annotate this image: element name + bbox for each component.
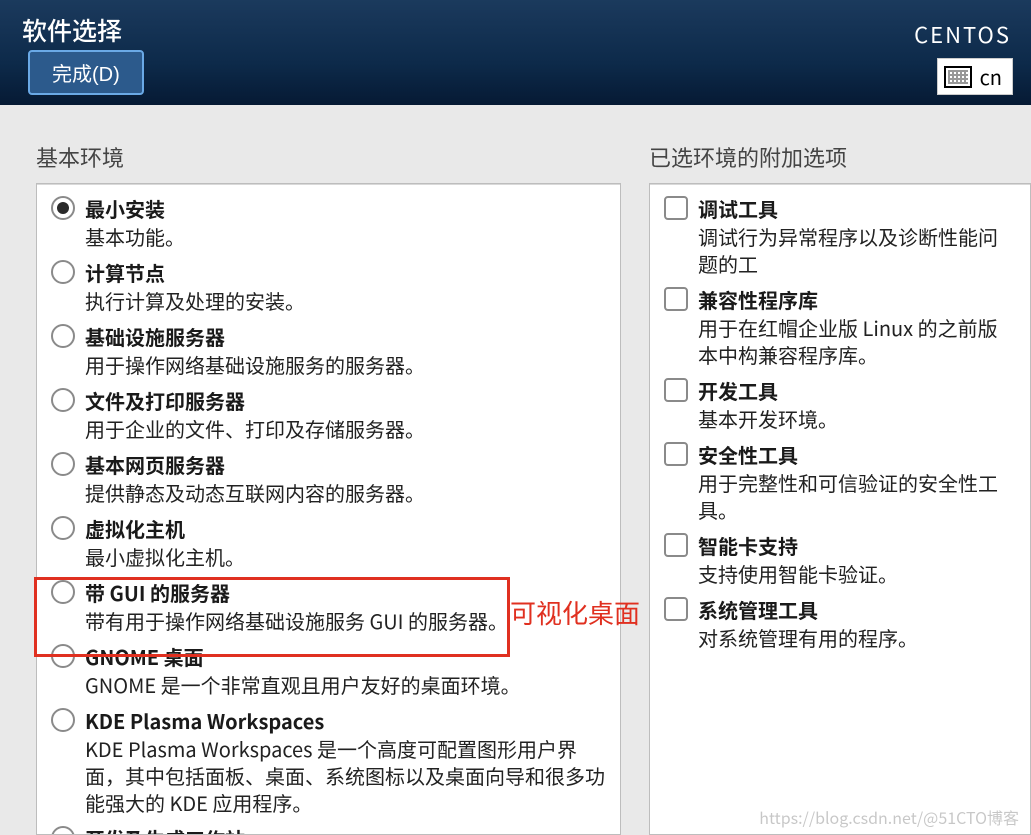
addon-option[interactable]: 系统管理工具对系统管理有用的程序。 <box>650 591 1030 655</box>
base-env-option[interactable]: 开发及生成工作站用于软件、硬件、图形或者内容开发的工作站。 <box>37 820 620 835</box>
done-button[interactable]: 完成(D) <box>28 50 144 95</box>
addon-option[interactable]: 兼容性程序库用于在红帽企业版 Linux 的之前版本中构兼容程序库。 <box>650 281 1030 372</box>
option-title: 开发及生成工作站 <box>85 824 606 835</box>
base-env-option[interactable]: 虚拟化主机最小虚拟化主机。 <box>37 510 620 574</box>
checkbox-icon <box>664 196 688 220</box>
option-desc: 用于在红帽企业版 Linux 的之前版本中构兼容程序库。 <box>698 314 1016 368</box>
keyboard-icon <box>944 66 972 88</box>
option-desc: GNOME 是一个非常直观且用户友好的桌面环境。 <box>85 671 606 698</box>
option-desc: 执行计算及处理的安装。 <box>85 287 606 314</box>
option-title: 最小安装 <box>85 194 606 223</box>
keyboard-layout-label: cn <box>980 62 1002 91</box>
option-desc: 用于操作网络基础设施服务的服务器。 <box>85 351 606 378</box>
radio-icon <box>51 826 75 835</box>
radio-icon <box>51 452 75 476</box>
radio-icon <box>51 708 75 732</box>
option-desc: 对系统管理有用的程序。 <box>698 624 1016 651</box>
checkbox-icon <box>664 533 688 557</box>
option-title: KDE Plasma Workspaces <box>85 706 606 735</box>
option-desc: KDE Plasma Workspaces 是一个高度可配置图形用户界面，其中包… <box>85 735 606 816</box>
option-title: 安全性工具 <box>698 440 1016 469</box>
base-env-option[interactable]: 计算节点执行计算及处理的安装。 <box>37 254 620 318</box>
option-title: 调试工具 <box>698 194 1016 223</box>
option-desc: 提供静态及动态互联网内容的服务器。 <box>85 479 606 506</box>
option-title: 基本网页服务器 <box>85 450 606 479</box>
addon-option[interactable]: 开发工具基本开发环境。 <box>650 372 1030 436</box>
radio-icon <box>51 388 75 412</box>
keyboard-indicator[interactable]: cn <box>937 58 1013 95</box>
option-desc: 基本功能。 <box>85 223 606 250</box>
option-desc: 用于完整性和可信验证的安全性工具。 <box>698 469 1016 523</box>
radio-icon <box>51 324 75 348</box>
radio-icon <box>51 196 75 220</box>
option-desc: 最小虚拟化主机。 <box>85 543 606 570</box>
page-title: 软件选择 <box>22 12 122 48</box>
base-env-option[interactable]: 基本网页服务器提供静态及动态互联网内容的服务器。 <box>37 446 620 510</box>
base-env-option[interactable]: GNOME 桌面GNOME 是一个非常直观且用户友好的桌面环境。 <box>37 638 620 702</box>
base-env-heading: 基本环境 <box>36 141 621 173</box>
option-desc: 支持使用智能卡验证。 <box>698 560 1016 587</box>
option-desc: 基本开发环境。 <box>698 405 1016 432</box>
option-title: 计算节点 <box>85 258 606 287</box>
option-title: 文件及打印服务器 <box>85 386 606 415</box>
base-env-option[interactable]: 文件及打印服务器用于企业的文件、打印及存储服务器。 <box>37 382 620 446</box>
option-title: GNOME 桌面 <box>85 642 606 671</box>
option-title: 虚拟化主机 <box>85 514 606 543</box>
base-env-panel: 最小安装基本功能。计算节点执行计算及处理的安装。基础设施服务器用于操作网络基础设… <box>36 183 621 835</box>
radio-icon <box>51 260 75 284</box>
addons-panel: 调试工具调试行为异常程序以及诊断性能问题的工兼容性程序库用于在红帽企业版 Lin… <box>649 183 1031 835</box>
addons-heading: 已选环境的附加选项 <box>649 141 1031 173</box>
option-title: 带 GUI 的服务器 <box>85 578 606 607</box>
base-env-option[interactable]: KDE Plasma WorkspacesKDE Plasma Workspac… <box>37 702 620 820</box>
checkbox-icon <box>664 378 688 402</box>
option-desc: 带有用于操作网络基础设施服务 GUI 的服务器。 <box>85 607 606 634</box>
addon-option[interactable]: 调试工具调试行为异常程序以及诊断性能问题的工 <box>650 190 1030 281</box>
option-title: 兼容性程序库 <box>698 285 1016 314</box>
base-env-option[interactable]: 带 GUI 的服务器带有用于操作网络基础设施服务 GUI 的服务器。 <box>37 574 620 638</box>
option-desc: 用于企业的文件、打印及存储服务器。 <box>85 415 606 442</box>
option-title: 系统管理工具 <box>698 595 1016 624</box>
option-title: 智能卡支持 <box>698 531 1016 560</box>
radio-icon <box>51 644 75 668</box>
checkbox-icon <box>664 597 688 621</box>
base-env-option[interactable]: 基础设施服务器用于操作网络基础设施服务的服务器。 <box>37 318 620 382</box>
checkbox-icon <box>664 442 688 466</box>
option-title: 基础设施服务器 <box>85 322 606 351</box>
radio-icon <box>51 580 75 604</box>
brand-label: CENTOS <box>914 18 1011 50</box>
option-title: 开发工具 <box>698 376 1016 405</box>
addon-option[interactable]: 安全性工具用于完整性和可信验证的安全性工具。 <box>650 436 1030 527</box>
base-env-option[interactable]: 最小安装基本功能。 <box>37 190 620 254</box>
header: 软件选择 完成(D) CENTOS cn <box>0 0 1031 105</box>
radio-icon <box>51 516 75 540</box>
addon-option[interactable]: 智能卡支持支持使用智能卡验证。 <box>650 527 1030 591</box>
checkbox-icon <box>664 287 688 311</box>
option-desc: 调试行为异常程序以及诊断性能问题的工 <box>698 223 1016 277</box>
